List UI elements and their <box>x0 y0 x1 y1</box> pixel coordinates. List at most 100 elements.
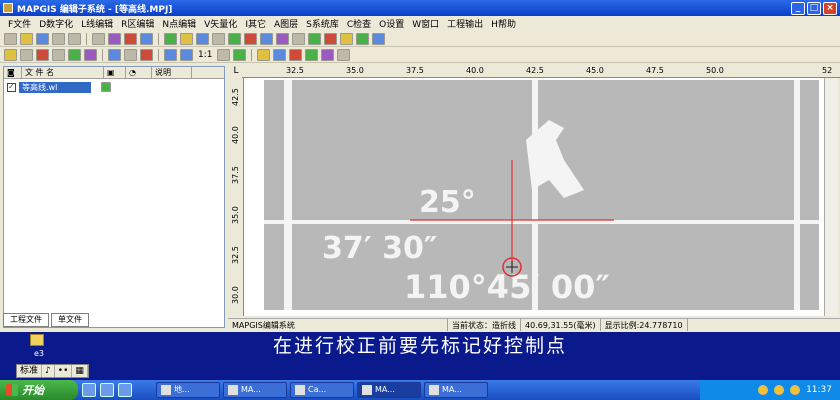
edit-line-icon[interactable] <box>340 32 353 45</box>
control-point-marker[interactable] <box>264 80 819 310</box>
clock[interactable]: 11:37 <box>806 385 832 395</box>
menu-point-edit[interactable]: N点编辑 <box>158 17 200 30</box>
scanned-map-image[interactable]: 25° 37′ 30″ 110°45′ 00″ <box>264 80 819 310</box>
desktop-quicklaunch-icon[interactable] <box>100 383 114 397</box>
minimize-button[interactable]: _ <box>791 1 805 15</box>
open-folder-icon[interactable] <box>20 32 33 45</box>
task-button-1[interactable]: 地... <box>156 382 220 398</box>
menu-help[interactable]: H帮助 <box>487 17 520 30</box>
grid-icon[interactable] <box>108 48 121 61</box>
print-icon[interactable] <box>124 32 137 45</box>
close-button[interactable]: × <box>823 1 837 15</box>
menu-vectorize[interactable]: V矢量化 <box>200 17 241 30</box>
scissors-icon[interactable] <box>324 32 337 45</box>
tab-project-file[interactable]: 工程文件 <box>3 313 49 327</box>
arrow-icon[interactable] <box>337 48 351 61</box>
ie-quicklaunch-icon[interactable] <box>82 383 96 397</box>
copy-icon[interactable] <box>140 32 153 45</box>
pen-icon[interactable] <box>257 48 271 61</box>
pan-hand-icon[interactable] <box>217 48 231 61</box>
vertical-scrollbar[interactable] <box>824 78 838 316</box>
bitmap-icon[interactable] <box>292 32 305 45</box>
flag-icon[interactable] <box>276 32 289 45</box>
menu-line-edit[interactable]: L线编辑 <box>77 17 117 30</box>
save-as-icon[interactable] <box>52 32 65 45</box>
vectorize-icon[interactable] <box>228 32 241 45</box>
menu-system-lib[interactable]: S系统库 <box>302 17 343 30</box>
join-icon[interactable] <box>52 48 65 61</box>
close-file-icon[interactable] <box>68 32 81 45</box>
save-icon[interactable] <box>36 32 49 45</box>
menu-window[interactable]: W窗口 <box>408 17 443 30</box>
ruler-tick: 42.5 <box>231 88 240 106</box>
zoom-out-icon[interactable] <box>180 48 193 61</box>
menu-layer[interactable]: A图层 <box>270 17 302 30</box>
menu-check[interactable]: C检查 <box>343 17 375 30</box>
status-coords: 40.69,31.55(毫米) <box>521 319 601 331</box>
ime-mode-standard[interactable]: 标准 <box>17 365 43 377</box>
task-button-5[interactable]: MA... <box>424 382 488 398</box>
task-button-2[interactable]: MA... <box>223 382 287 398</box>
start-button[interactable]: 开始 <box>0 380 78 400</box>
status-scale-value: 24.778710 <box>639 321 683 330</box>
measure-icon[interactable] <box>140 48 153 61</box>
delete-icon[interactable] <box>212 32 225 45</box>
file-visible-checkbox[interactable] <box>7 82 16 92</box>
taskbar: 开始 地... MA... Ca... MA... MA... 11:37 <box>0 380 840 400</box>
tray-volume-icon[interactable] <box>774 385 785 395</box>
node-icon[interactable] <box>260 32 273 45</box>
status-app-name: MAPGIS编辑系统 <box>228 319 448 331</box>
map-canvas[interactable]: 25° 37′ 30″ 110°45′ 00″ <box>244 78 824 316</box>
menu-area-edit[interactable]: R区编辑 <box>117 17 158 30</box>
ime-moon-icon[interactable]: ♪ <box>42 365 55 377</box>
select-icon[interactable] <box>196 32 209 45</box>
ime-punct-icon[interactable]: •• <box>55 365 73 377</box>
help-pointer-icon[interactable] <box>108 32 121 45</box>
undo-icon[interactable] <box>92 32 105 45</box>
trace-icon[interactable] <box>244 32 257 45</box>
pin-icon[interactable] <box>273 48 287 61</box>
file-row[interactable]: 等高线.wl <box>4 81 224 93</box>
axe-icon[interactable] <box>289 48 303 61</box>
title-bar[interactable]: MAPGIS 编辑子系统 - [等高线.MPJ] _ □ × <box>0 0 840 16</box>
tray-security-icon[interactable] <box>790 385 801 395</box>
task-button-4[interactable]: MA... <box>357 382 421 398</box>
menu-file[interactable]: F文件 <box>4 17 35 30</box>
task-button-3[interactable]: Ca... <box>290 382 354 398</box>
maximize-button[interactable]: □ <box>807 1 821 15</box>
new-file-icon[interactable] <box>4 32 17 45</box>
file-name[interactable]: 等高线.wl <box>19 81 91 93</box>
tray-network-icon[interactable] <box>758 385 769 395</box>
refresh-icon[interactable] <box>233 48 247 61</box>
ime-keyboard-icon[interactable]: ▦ <box>72 365 88 377</box>
status-col-icon[interactable]: ▣ <box>104 67 126 78</box>
file-name-header[interactable]: 文 件 名 <box>22 67 104 78</box>
pencil-icon[interactable] <box>4 48 17 61</box>
zoom-1-1-button[interactable]: 1:1 <box>196 50 214 60</box>
layer-icon[interactable] <box>164 32 177 45</box>
cut-icon[interactable] <box>20 48 33 61</box>
task-label: 地... <box>174 385 190 394</box>
edit-col-icon[interactable]: ◔ <box>126 67 152 78</box>
menu-settings[interactable]: O设置 <box>375 17 408 30</box>
brush-icon[interactable] <box>305 48 319 61</box>
menu-digitize[interactable]: D数字化 <box>35 17 77 30</box>
tab-single-file[interactable]: 单文件 <box>51 313 89 327</box>
menu-other[interactable]: I其它 <box>241 17 270 30</box>
color-fill-icon[interactable] <box>356 32 369 45</box>
desc-header[interactable]: 说明 <box>152 67 192 78</box>
node-edit-icon[interactable] <box>84 48 97 61</box>
ime-toolbar: 标准 ♪ •• ▦ <box>16 364 89 378</box>
zoom-in-icon[interactable] <box>164 48 177 61</box>
visibility-col-icon[interactable]: ◙ <box>4 67 22 78</box>
label-icon[interactable] <box>321 48 335 61</box>
check-icon[interactable] <box>68 48 81 61</box>
paint-icon[interactable] <box>308 32 321 45</box>
cut-line-icon[interactable] <box>36 48 49 61</box>
menu-project-output[interactable]: 工程输出 <box>443 17 487 30</box>
task-label: MA... <box>375 385 395 394</box>
table-icon[interactable] <box>124 48 137 61</box>
rotate-icon[interactable] <box>372 32 385 45</box>
media-quicklaunch-icon[interactable] <box>118 383 132 397</box>
lock-icon[interactable] <box>180 32 193 45</box>
